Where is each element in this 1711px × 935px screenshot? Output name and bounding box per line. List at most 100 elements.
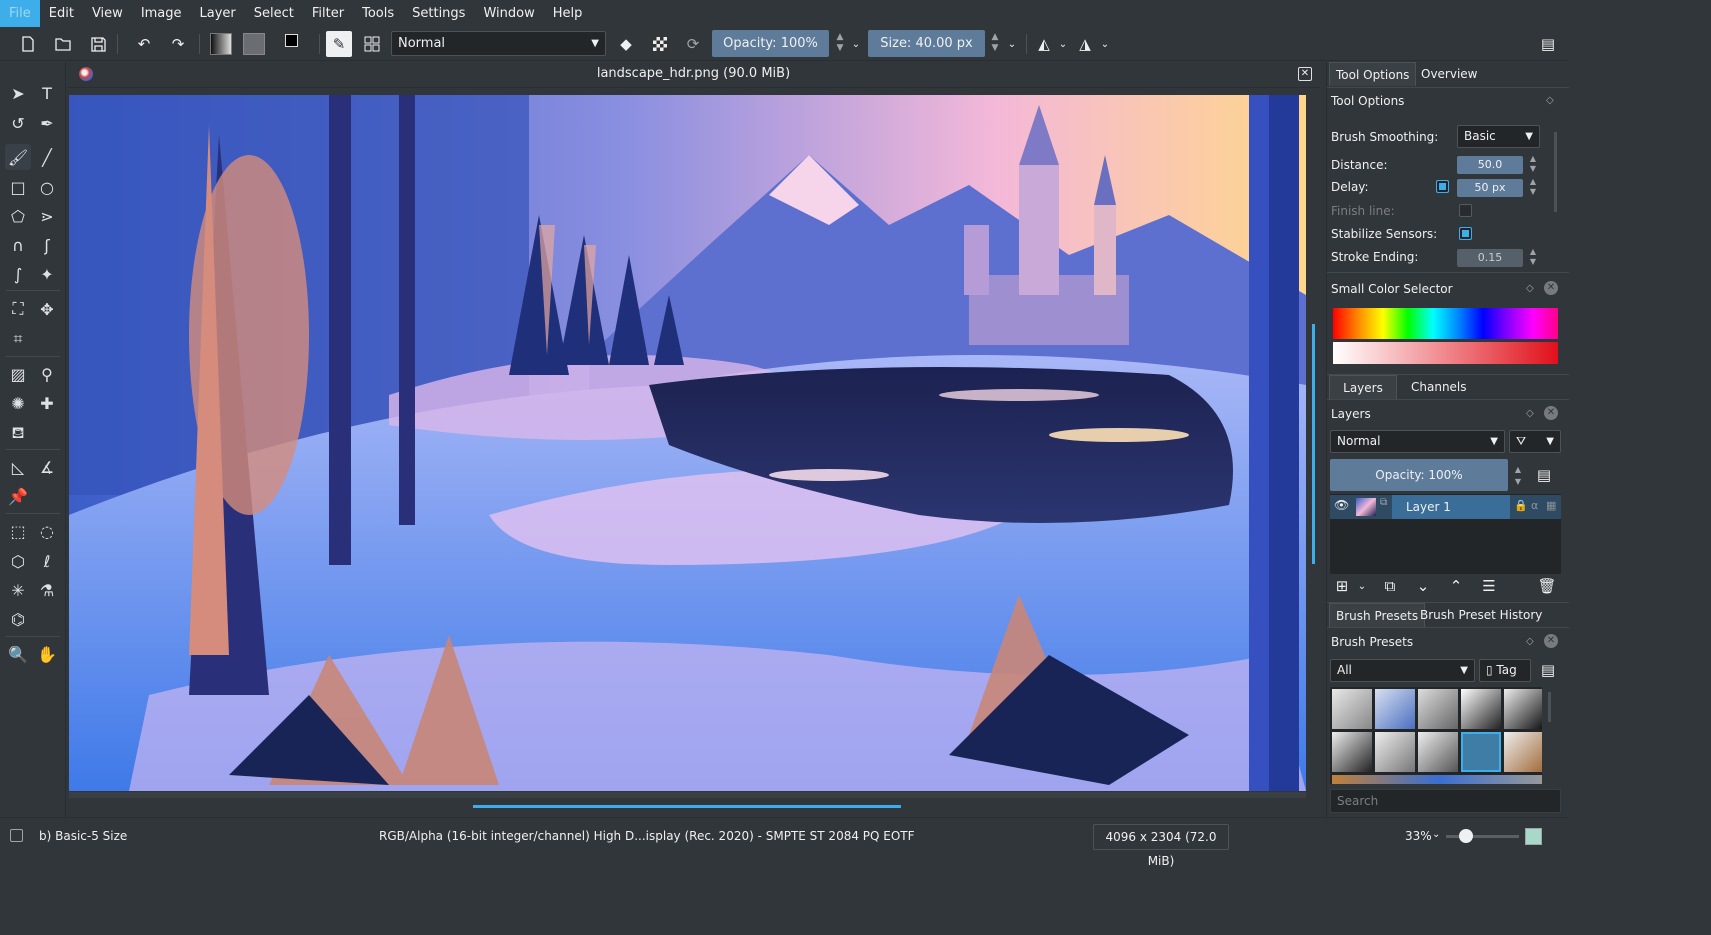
delay-field[interactable]: 50 px bbox=[1457, 179, 1523, 197]
blend-mode-select[interactable]: Normal ▼ bbox=[391, 31, 606, 56]
menu-image[interactable]: Image bbox=[132, 0, 191, 27]
chevron-down-icon[interactable]: ⌄ bbox=[843, 31, 869, 57]
distance-spin-icon[interactable]: ▲ ▼ bbox=[1526, 154, 1540, 174]
crop-tool-icon[interactable]: ⌗ bbox=[5, 326, 31, 352]
brush-preset-item[interactable] bbox=[1375, 732, 1415, 772]
close-icon[interactable]: ✕ bbox=[1544, 406, 1558, 420]
zoom-slider-track[interactable] bbox=[1446, 835, 1519, 838]
brush-search-input[interactable]: Search bbox=[1330, 789, 1561, 813]
reference-images-tool-icon[interactable]: 📌 bbox=[5, 483, 31, 509]
brush-preset-item[interactable] bbox=[1375, 689, 1415, 729]
gradient-tool-icon[interactable]: ▨ bbox=[5, 361, 31, 387]
brush-editor-icon[interactable] bbox=[359, 31, 385, 57]
float-docker-icon[interactable]: ◇ bbox=[1526, 636, 1534, 647]
horizontal-scroll-thumb[interactable] bbox=[473, 805, 901, 808]
canvas-only-mode-icon[interactable] bbox=[1525, 828, 1542, 845]
calligraphy-tool-icon[interactable]: ✒ bbox=[34, 110, 60, 136]
stabilize-sensors-checkbox[interactable] bbox=[1459, 227, 1472, 240]
selection-mode-icon[interactable] bbox=[10, 829, 23, 842]
multibrush-tool-icon[interactable]: ✦ bbox=[34, 261, 60, 287]
bezier-selection-tool-icon[interactable]: ⌬ bbox=[5, 606, 31, 632]
measure-tool-icon[interactable]: ∡ bbox=[34, 454, 60, 480]
close-icon[interactable]: ✕ bbox=[1544, 281, 1558, 295]
brush-preset-item[interactable] bbox=[1504, 732, 1542, 772]
move-tool-icon[interactable]: ✥ bbox=[34, 296, 60, 322]
open-document-icon[interactable] bbox=[50, 31, 76, 57]
brush-size-slider[interactable]: Size: 40.00 px bbox=[868, 30, 985, 57]
layer-properties-icon[interactable]: ▤ bbox=[1531, 462, 1557, 488]
layer-name[interactable]: Layer 1 bbox=[1406, 500, 1451, 514]
layer-opacity-slider[interactable]: Opacity: 100% bbox=[1330, 459, 1508, 491]
tab-layers[interactable]: Layers bbox=[1329, 375, 1397, 399]
line-tool-icon[interactable]: ╱ bbox=[34, 144, 60, 170]
float-docker-icon[interactable]: ◇ bbox=[1546, 95, 1554, 106]
rectangular-selection-tool-icon[interactable]: ⬚ bbox=[5, 518, 31, 544]
brush-preset-item[interactable] bbox=[1332, 732, 1372, 772]
pan-tool-icon[interactable]: ✋ bbox=[34, 641, 60, 667]
brush-preset-item[interactable] bbox=[1461, 689, 1501, 729]
menu-layer[interactable]: Layer bbox=[191, 0, 245, 27]
fill-tool-icon[interactable]: ⛾ bbox=[5, 420, 31, 446]
bezier-curve-tool-icon[interactable]: ∩ bbox=[5, 232, 31, 258]
close-icon[interactable]: ✕ bbox=[1544, 634, 1558, 648]
inherit-alpha-icon[interactable]: ▦ bbox=[1546, 499, 1556, 512]
menu-window[interactable]: Window bbox=[474, 0, 543, 27]
brush-preset-item[interactable] bbox=[1504, 689, 1542, 729]
menu-tools[interactable]: Tools bbox=[353, 0, 403, 27]
colorize-mask-tool-icon[interactable]: ✺ bbox=[5, 390, 31, 416]
image-size-info[interactable]: 4096 x 2304 (72.0 MiB) bbox=[1093, 824, 1229, 868]
chevron-down-icon[interactable]: ⌄ bbox=[1349, 573, 1375, 599]
edit-shapes-tool-icon[interactable]: ↺ bbox=[5, 110, 31, 136]
brush-grid-scrollbar[interactable] bbox=[1548, 692, 1551, 722]
stroke-ending-spin-icon[interactable]: ▲ ▼ bbox=[1526, 247, 1540, 267]
move-layer-down-icon[interactable]: ⌄ bbox=[1410, 573, 1436, 599]
float-docker-icon[interactable]: ◇ bbox=[1526, 283, 1534, 294]
move-layer-up-icon[interactable]: ⌃ bbox=[1443, 573, 1469, 599]
close-icon[interactable]: ✕ bbox=[1298, 67, 1312, 81]
pattern-icon[interactable] bbox=[241, 31, 267, 57]
undo-icon[interactable]: ↶ bbox=[131, 31, 157, 57]
tab-brush-preset-history[interactable]: Brush Preset History bbox=[1414, 603, 1548, 627]
layer-properties-icon[interactable]: ☰ bbox=[1476, 573, 1502, 599]
float-docker-icon[interactable]: ◇ bbox=[1526, 408, 1534, 419]
chevron-down-icon[interactable]: ⌄ bbox=[1092, 31, 1118, 57]
finish-line-checkbox[interactable] bbox=[1459, 204, 1472, 217]
chevron-down-icon[interactable]: ⌄ bbox=[1432, 829, 1440, 840]
eraser-mode-icon[interactable]: ◆ bbox=[613, 31, 639, 57]
brush-preset-item[interactable] bbox=[1332, 689, 1372, 729]
preserve-alpha-icon[interactable] bbox=[647, 31, 673, 57]
toolbar-menu-icon[interactable]: ▤ bbox=[1535, 31, 1561, 57]
tab-channels[interactable]: Channels bbox=[1405, 375, 1473, 399]
assistant-tool-icon[interactable]: ◺ bbox=[5, 454, 31, 480]
polyline-tool-icon[interactable]: ⋗ bbox=[34, 203, 60, 229]
duplicate-layer-icon[interactable]: ⧉ bbox=[1377, 573, 1403, 599]
save-icon[interactable] bbox=[85, 31, 111, 57]
tag-button[interactable]: ▯ Tag bbox=[1479, 659, 1531, 682]
delay-spin-icon[interactable]: ▲ ▼ bbox=[1526, 177, 1540, 197]
brush-preset-icon[interactable]: ✎ bbox=[326, 31, 352, 57]
brush-view-menu-icon[interactable]: ▤ bbox=[1535, 657, 1561, 683]
brush-smoothing-select[interactable]: Basic ▼ bbox=[1457, 125, 1540, 148]
menu-help[interactable]: Help bbox=[544, 0, 592, 27]
dynamic-brush-tool-icon[interactable]: ∫ bbox=[5, 261, 31, 287]
zoom-tool-icon[interactable]: 🔍 bbox=[5, 641, 31, 667]
similar-color-selection-tool-icon[interactable]: ⚗ bbox=[34, 577, 60, 603]
delay-checkbox[interactable] bbox=[1436, 180, 1449, 193]
chevron-down-icon[interactable]: ⌄ bbox=[999, 31, 1025, 57]
delete-layer-icon[interactable]: 🗑 bbox=[1534, 573, 1560, 599]
smart-patch-tool-icon[interactable]: ✚ bbox=[34, 390, 60, 416]
zoom-level[interactable]: 33% bbox=[1405, 829, 1432, 843]
menu-edit[interactable]: Edit bbox=[40, 0, 83, 27]
magic-wand-tool-icon[interactable]: ✳ bbox=[5, 577, 31, 603]
brush-tag-filter-select[interactable]: All ▼ bbox=[1330, 659, 1475, 682]
new-document-icon[interactable] bbox=[15, 31, 41, 57]
transform-tool-icon[interactable]: ⛶ bbox=[5, 296, 31, 322]
eye-icon[interactable]: 👁 bbox=[1334, 498, 1349, 512]
freehand-selection-tool-icon[interactable]: ℓ bbox=[34, 548, 60, 574]
foreground-background-color-icon[interactable] bbox=[282, 31, 308, 57]
brush-preset-item[interactable] bbox=[1418, 689, 1458, 729]
color-sampler-tool-icon[interactable]: ⚲ bbox=[34, 361, 60, 387]
alpha-lock-icon[interactable]: α bbox=[1531, 499, 1538, 512]
text-tool-icon[interactable]: T bbox=[34, 80, 60, 106]
layer-row[interactable]: 👁 ⧉ Layer 1 🔒 α ▦ bbox=[1330, 495, 1561, 519]
